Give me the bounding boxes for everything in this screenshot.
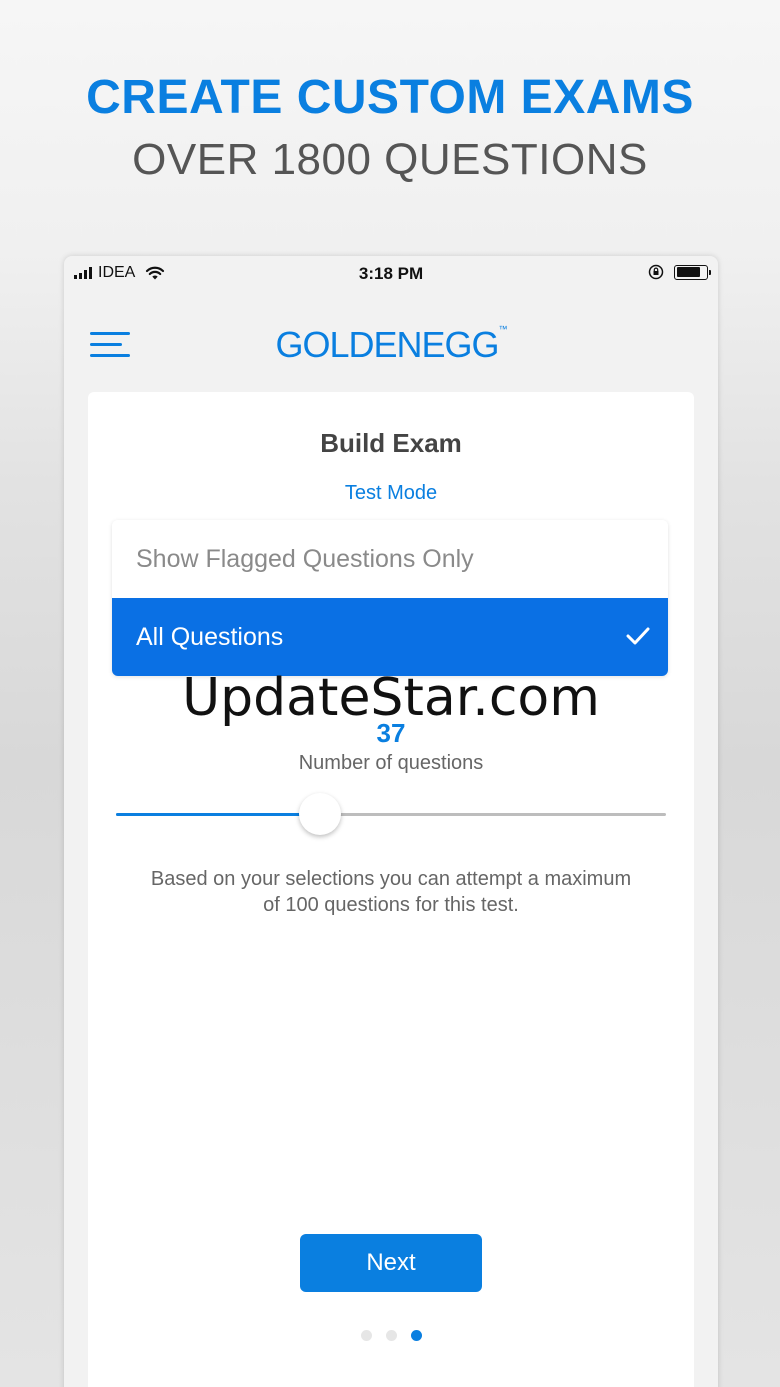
battery-icon [674, 264, 711, 280]
phone-frame: IDEA 3:18 PM GOLDENEGG™ Build Exam Test … [64, 256, 718, 1387]
info-text: Based on your selections you can attempt… [150, 868, 632, 916]
logo-text: GOLDENEGG [275, 324, 499, 365]
question-slider[interactable] [116, 793, 666, 835]
page-dot[interactable] [385, 1330, 397, 1341]
promo-headline: CREATE CUSTOM EXAMS [86, 71, 694, 124]
question-count: 37 [376, 718, 406, 748]
page-dot[interactable] [360, 1330, 372, 1341]
test-mode-link[interactable]: Test Mode [88, 482, 694, 505]
option-label: All Questions [136, 622, 284, 651]
logo-trademark: ™ [498, 324, 508, 334]
option-all-questions[interactable]: All Questions [112, 598, 668, 676]
option-label: Show Flagged Questions Only [136, 544, 474, 573]
status-bar: IDEA 3:18 PM [64, 256, 718, 292]
orientation-lock-icon [648, 264, 664, 280]
next-button[interactable]: Next [300, 1234, 482, 1292]
app-logo: GOLDENEGG™ [64, 324, 718, 366]
status-right [648, 264, 711, 280]
question-filter-dropdown: Show Flagged Questions Only All Question… [112, 520, 668, 676]
slider-thumb[interactable] [298, 793, 341, 835]
card-title: Build Exam [320, 428, 462, 458]
question-count-label: Number of questions [298, 752, 484, 774]
app-header: GOLDENEGG™ [64, 292, 718, 390]
checkmark-icon [626, 627, 650, 645]
page-dot[interactable] [410, 1330, 422, 1341]
build-exam-card: Build Exam Test Mode Show Flagged Questi… [88, 392, 694, 1387]
promo-subheadline: OVER 1800 QUESTIONS [132, 135, 648, 184]
option-flagged-only[interactable]: Show Flagged Questions Only [112, 520, 668, 598]
status-time: 3:18 PM [358, 264, 424, 283]
slider-fill [116, 813, 320, 816]
page-indicator [88, 1330, 694, 1341]
